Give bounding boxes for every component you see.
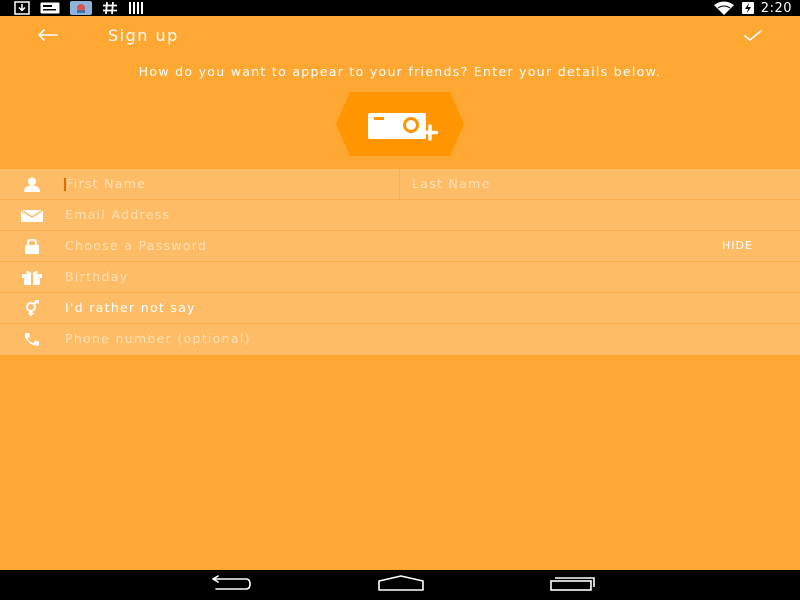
message-icon: [40, 0, 60, 16]
barcode-icon: [128, 0, 146, 16]
first-name-input[interactable]: First Name: [66, 169, 386, 199]
gender-row: I'd rather not say: [0, 293, 800, 324]
app-bar: Sign up: [0, 16, 800, 56]
wifi-icon: [713, 0, 735, 16]
name-divider: [399, 169, 400, 199]
birthday-field[interactable]: Birthday: [65, 262, 705, 292]
arrow-left-icon: [36, 27, 58, 46]
confirm-button[interactable]: [738, 22, 768, 50]
checkmark-icon: [743, 27, 763, 46]
gender-select[interactable]: I'd rather not say: [65, 293, 705, 323]
gender-icon: [20, 300, 44, 317]
navigation-bar: [0, 570, 800, 600]
phone-row: Phone number (optional): [0, 324, 800, 355]
instructions-text: How do you want to appear to your friend…: [138, 64, 662, 79]
nav-recents-button[interactable]: [538, 570, 608, 600]
status-bar-notifications: [14, 0, 146, 16]
page-title: Sign up: [108, 26, 179, 45]
password-row: Choose a Password HIDE: [0, 231, 800, 262]
person-icon: [20, 176, 44, 193]
back-button[interactable]: [30, 22, 64, 50]
recents-nav-icon: [549, 575, 597, 595]
home-nav-icon: [377, 575, 425, 595]
envelope-icon: [20, 207, 44, 224]
phone-icon: [20, 331, 44, 348]
download-icon: [14, 0, 30, 16]
status-bar: 2:20: [0, 0, 800, 16]
birthday-row: Birthday: [0, 262, 800, 293]
gift-icon: [20, 269, 44, 286]
name-row: First Name Last Name: [0, 169, 800, 200]
nav-home-button[interactable]: [366, 570, 436, 600]
battery-charging-icon: [741, 0, 755, 16]
password-field[interactable]: Choose a Password: [65, 231, 705, 261]
back-nav-icon: [206, 575, 252, 595]
nav-back-button[interactable]: [194, 570, 264, 600]
signup-form: First Name Last Name Email Address Choos…: [0, 169, 800, 355]
last-name-input[interactable]: Last Name: [412, 169, 712, 199]
add-photo-button[interactable]: [336, 92, 464, 156]
status-time: 2:20: [760, 0, 792, 16]
hide-password-button[interactable]: HIDE: [722, 231, 753, 261]
hashtag-icon: [102, 0, 118, 16]
email-row: Email Address: [0, 200, 800, 231]
app-thumbnail-icon: [70, 0, 92, 16]
camera-add-icon: [368, 111, 444, 145]
email-field[interactable]: Email Address: [65, 200, 705, 230]
status-bar-system: 2:20: [713, 0, 792, 16]
lock-icon: [20, 238, 44, 255]
phone-field[interactable]: Phone number (optional): [65, 324, 705, 354]
